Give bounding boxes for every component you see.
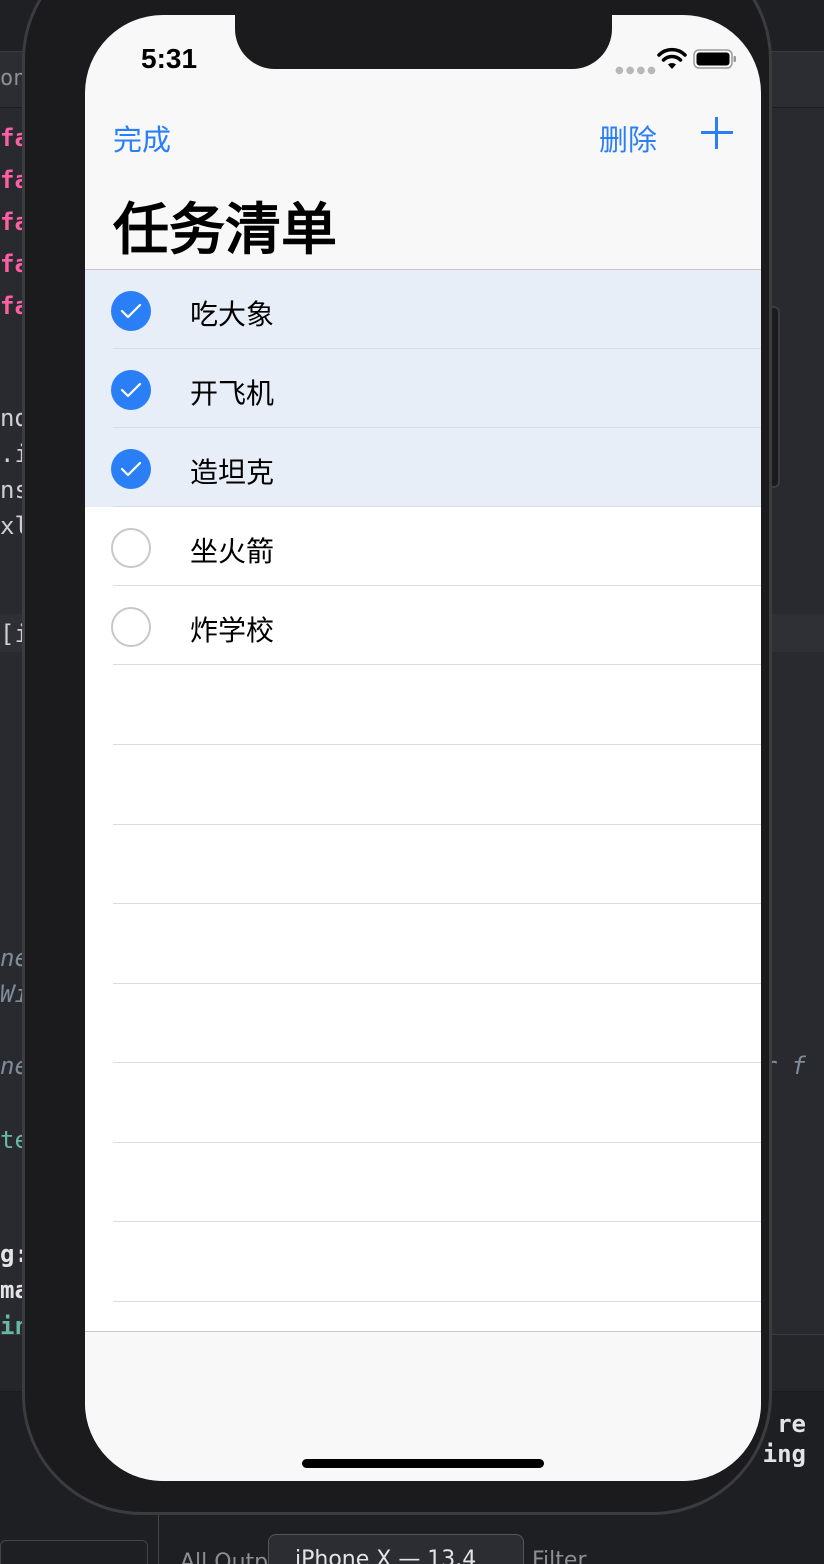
task-label: 坐火箭 bbox=[190, 535, 275, 568]
empty-row-divider bbox=[113, 1221, 761, 1222]
empty-circle-icon[interactable] bbox=[111, 528, 151, 568]
empty-row-divider bbox=[113, 1062, 761, 1063]
phone-screen: 5:31 ●●●● 完成 删除 任务清单 吃大象 开飞机 造坦克 坐火箭 炸学校 bbox=[85, 15, 761, 1481]
task-label: 吃大象 bbox=[190, 298, 275, 331]
row-divider bbox=[113, 664, 761, 665]
empty-row-divider bbox=[113, 983, 761, 984]
list-item[interactable]: 吃大象 bbox=[85, 270, 761, 349]
signal-dots-icon: ●●●● bbox=[615, 65, 658, 76]
console-filter[interactable]: Filter bbox=[532, 1548, 586, 1564]
empty-row-divider bbox=[113, 1301, 761, 1302]
pane-divider[interactable] bbox=[158, 1515, 159, 1564]
empty-row-divider bbox=[113, 744, 761, 745]
delete-button[interactable]: 删除 bbox=[599, 117, 657, 159]
checkmark-icon[interactable] bbox=[111, 449, 151, 489]
plus-icon[interactable] bbox=[699, 115, 735, 151]
wifi-icon bbox=[657, 47, 687, 69]
done-button[interactable]: 完成 bbox=[113, 117, 171, 159]
empty-row-divider bbox=[113, 903, 761, 904]
empty-row-divider bbox=[113, 1142, 761, 1143]
checkmark-icon[interactable] bbox=[111, 370, 151, 410]
variables-view-button[interactable] bbox=[0, 1540, 148, 1564]
checkmark-icon[interactable] bbox=[111, 291, 151, 331]
device-selector[interactable]: iPhone X — 13.4 bbox=[268, 1534, 524, 1564]
list-item[interactable]: 开飞机 bbox=[85, 349, 761, 428]
empty-circle-icon[interactable] bbox=[111, 607, 151, 647]
phone-frame: 5:31 ●●●● 完成 删除 任务清单 吃大象 开飞机 造坦克 坐火箭 炸学校 bbox=[22, 0, 772, 1515]
task-label: 炸学校 bbox=[190, 614, 275, 647]
task-label: 开飞机 bbox=[190, 377, 275, 410]
home-indicator[interactable] bbox=[302, 1459, 544, 1468]
status-time: 5:31 bbox=[141, 43, 198, 74]
list-item[interactable]: 造坦克 bbox=[85, 428, 761, 507]
battery-icon bbox=[693, 49, 736, 69]
output-selector[interactable]: All Outpu bbox=[180, 1550, 282, 1564]
page-title: 任务清单 bbox=[113, 198, 337, 261]
console-line: re bbox=[777, 1410, 806, 1438]
empty-row-divider bbox=[113, 824, 761, 825]
console-line: ing bbox=[762, 1440, 806, 1468]
list-item[interactable]: 炸学校 bbox=[85, 586, 761, 665]
phone-notch bbox=[235, 15, 612, 69]
task-list: 吃大象 开飞机 造坦克 坐火箭 炸学校 bbox=[85, 270, 761, 1331]
task-label: 造坦克 bbox=[190, 456, 275, 489]
list-item[interactable]: 坐火箭 bbox=[85, 507, 761, 586]
